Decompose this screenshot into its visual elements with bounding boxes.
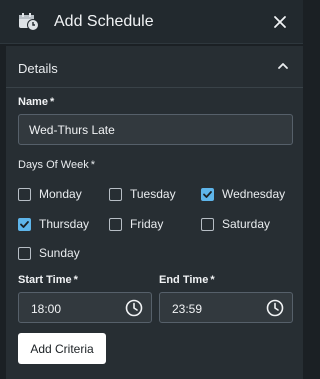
dialog-title: Add Schedule bbox=[54, 13, 154, 30]
checkbox[interactable] bbox=[109, 187, 122, 201]
start-time-label-text: Start Time bbox=[18, 274, 72, 286]
chevron-up-icon[interactable] bbox=[276, 60, 290, 72]
required-mark: * bbox=[90, 159, 95, 171]
day-label: Wednesday bbox=[222, 187, 286, 201]
section-label: Details bbox=[18, 61, 58, 76]
start-time-value: 18:00 bbox=[31, 302, 62, 316]
checkbox[interactable] bbox=[201, 187, 214, 201]
day-label: Monday bbox=[39, 187, 82, 201]
name-input[interactable] bbox=[18, 114, 293, 145]
checkbox[interactable] bbox=[201, 217, 214, 231]
required-mark: * bbox=[49, 96, 55, 108]
day-checkbox-saturday[interactable]: Saturday bbox=[201, 217, 270, 231]
day-label: Thursday bbox=[39, 217, 90, 231]
day-checkbox-thursday[interactable]: Thursday bbox=[18, 217, 89, 231]
start-time-label: Start Time * bbox=[18, 274, 78, 286]
end-time-input[interactable]: 23:59 bbox=[159, 292, 293, 323]
add-criteria-button[interactable]: Add Criteria bbox=[18, 333, 106, 364]
day-label: Tuesday bbox=[130, 187, 176, 201]
day-checkbox-wednesday[interactable]: Wednesday bbox=[201, 187, 285, 201]
close-icon[interactable] bbox=[270, 12, 290, 32]
day-checkbox-monday[interactable]: Monday bbox=[18, 187, 82, 201]
day-checkbox-tuesday[interactable]: Tuesday bbox=[109, 187, 176, 201]
days-label-text: Days Of Week bbox=[18, 159, 89, 171]
clock-icon[interactable] bbox=[266, 299, 284, 317]
clock-icon[interactable] bbox=[125, 299, 143, 317]
checkmark-icon bbox=[20, 220, 29, 228]
start-time-input[interactable]: 18:00 bbox=[18, 292, 152, 323]
end-time-value: 23:59 bbox=[172, 302, 203, 316]
required-mark: * bbox=[73, 274, 78, 286]
details-panel: Details Name* Days Of Week* Monday Tuesd… bbox=[6, 46, 303, 379]
name-label: Name * bbox=[18, 96, 54, 108]
day-checkbox-friday[interactable]: Friday bbox=[109, 217, 163, 231]
checkbox[interactable] bbox=[18, 217, 31, 231]
days-label: Days Of Week * bbox=[18, 159, 95, 171]
dialog-header: Add Schedule bbox=[0, 0, 303, 44]
end-time-label-text: End Time bbox=[159, 274, 209, 286]
checkbox[interactable] bbox=[109, 217, 122, 231]
day-label: Saturday bbox=[222, 217, 271, 231]
day-label: Sunday bbox=[39, 246, 80, 260]
required-mark: * bbox=[210, 274, 215, 286]
name-label-text: Name bbox=[18, 96, 48, 108]
day-label: Friday bbox=[130, 217, 164, 231]
calendar-clock-icon bbox=[19, 13, 39, 31]
checkbox[interactable] bbox=[18, 246, 31, 260]
end-time-label: End Time * bbox=[159, 274, 215, 286]
details-section-header[interactable]: Details bbox=[6, 46, 303, 88]
checkmark-icon bbox=[203, 190, 212, 198]
day-checkbox-sunday[interactable]: Sunday bbox=[18, 246, 80, 260]
checkbox[interactable] bbox=[18, 187, 31, 201]
